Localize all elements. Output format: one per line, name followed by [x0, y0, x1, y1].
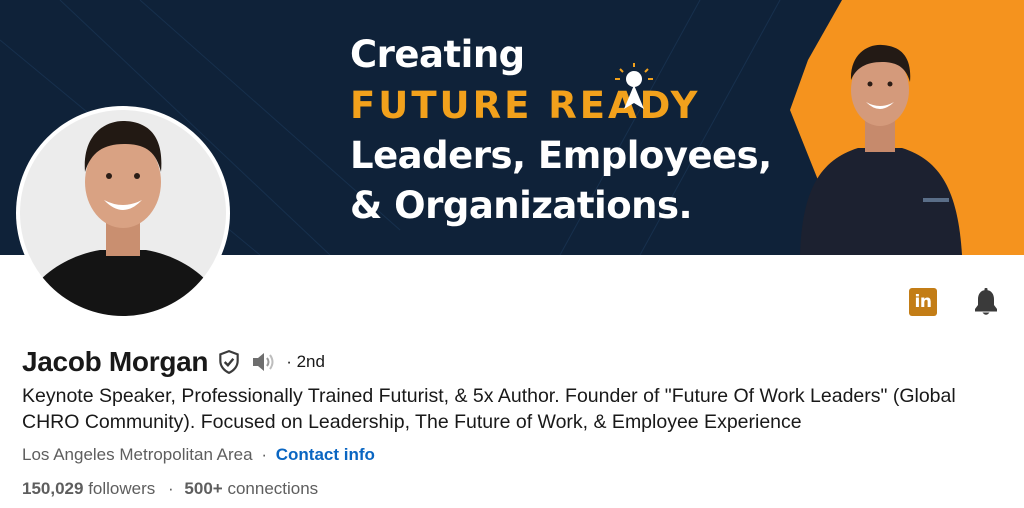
profile-name: Jacob Morgan — [22, 346, 209, 377]
connections-count[interactable]: 500+ — [184, 479, 222, 498]
banner-line-1: Creating — [350, 33, 525, 76]
speaker-icon[interactable] — [250, 350, 278, 374]
linkedin-icon-label: in — [914, 292, 932, 312]
banner-line-3: Leaders, Employees, — [350, 134, 772, 177]
banner-person-photo — [800, 44, 962, 255]
followers-count: 150,029 — [22, 479, 84, 498]
followers-row: 150,029 followers · 500+ connections — [22, 479, 318, 499]
avatar-photo — [20, 110, 226, 316]
bell-icon-graphic — [975, 288, 997, 315]
profile-location: Los Angeles Metropolitan Area — [22, 445, 253, 464]
profile-headline: Keynote Speaker, Professionally Trained … — [22, 385, 956, 433]
profile-avatar[interactable] — [20, 110, 226, 316]
banner-line-4: & Organizations. — [350, 184, 693, 227]
separator-dot: · — [168, 479, 174, 498]
profile-name-row: Jacob Morgan · 2nd — [22, 345, 325, 379]
banner-line-2: FUTURE READY — [350, 63, 772, 124]
separator-dot: · — [261, 445, 268, 464]
connections-label[interactable]: connections — [227, 479, 318, 498]
followers-label: followers — [88, 479, 156, 498]
contact-info-link[interactable]: Contact info — [276, 445, 375, 464]
connection-degree: · 2nd — [286, 352, 325, 371]
lightbulb-icon — [615, 63, 653, 109]
verified-shield-icon[interactable] — [216, 349, 242, 375]
location-row: Los Angeles Metropolitan Area · Contact … — [22, 445, 375, 465]
bell-icon[interactable] — [970, 286, 1002, 318]
linkedin-icon[interactable]: in — [909, 288, 937, 316]
banner-headline: Creating FUTURE READY Leaders, Employees… — [350, 36, 772, 224]
